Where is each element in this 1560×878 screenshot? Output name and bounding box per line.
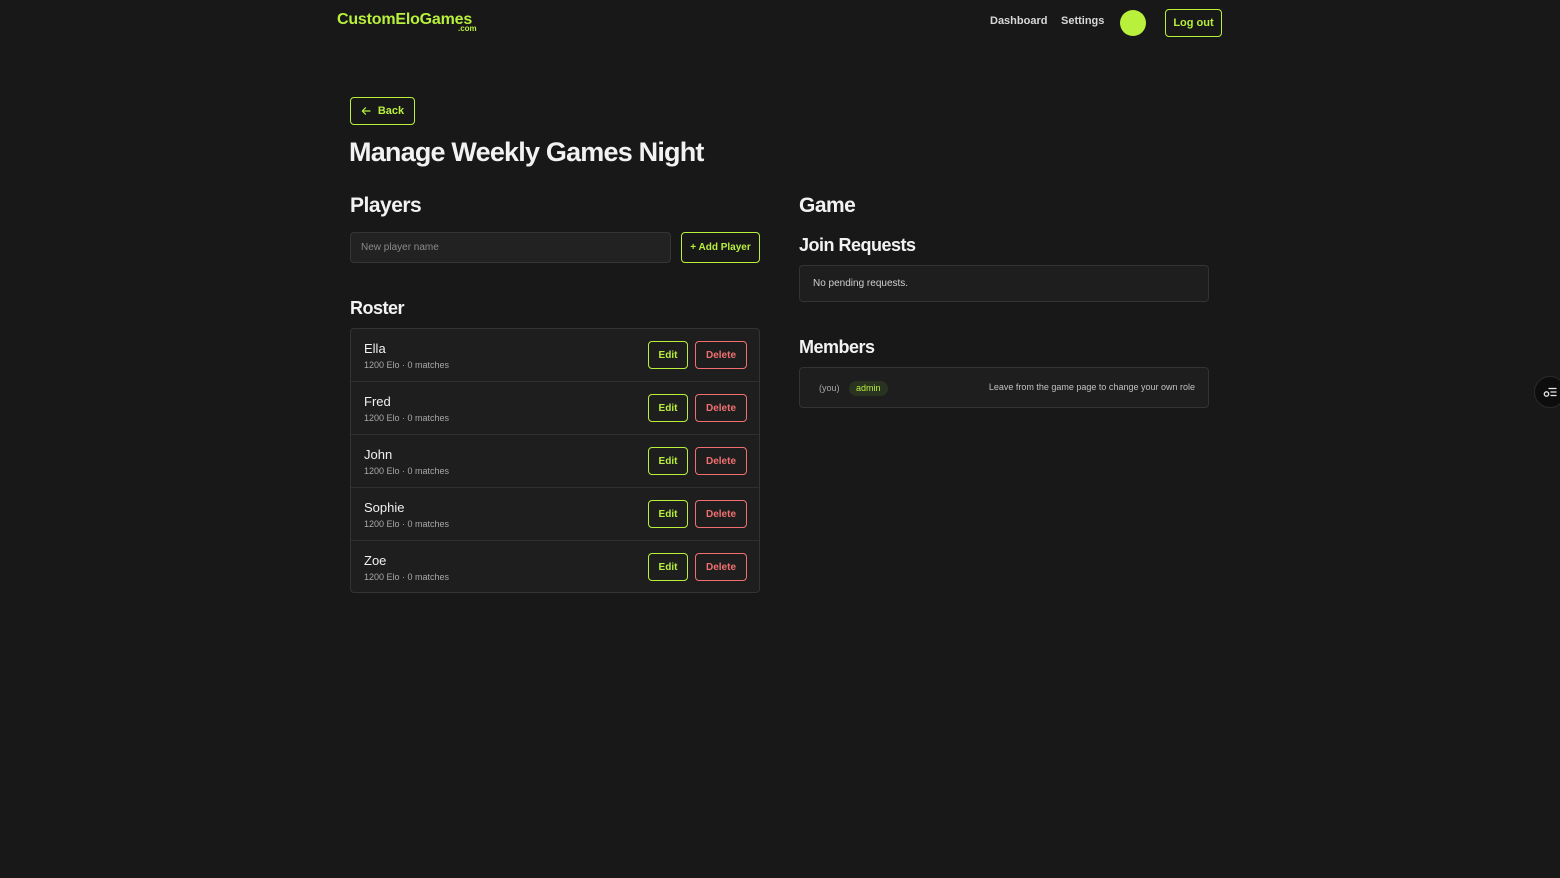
nav-settings-link[interactable]: Settings bbox=[1061, 15, 1104, 27]
new-player-name-input[interactable] bbox=[350, 232, 671, 263]
members-heading: Members bbox=[799, 337, 875, 357]
delete-player-button[interactable]: Delete bbox=[695, 553, 747, 581]
edit-player-button[interactable]: Edit bbox=[648, 447, 688, 475]
site-logo-suffix: .com bbox=[458, 24, 477, 33]
member-role-badge: admin bbox=[849, 381, 888, 396]
page-title: Manage Weekly Games Night bbox=[349, 137, 704, 167]
player-stats: 1200 Elo · 0 matches bbox=[364, 466, 450, 476]
players-heading: Players bbox=[350, 194, 422, 217]
member-you-label: (you) bbox=[819, 383, 840, 393]
roster-row: Sophie 1200 Elo · 0 matches Edit Delete bbox=[351, 488, 759, 541]
add-player-button[interactable]: + Add Player bbox=[681, 232, 760, 263]
top-header: CustomEloGames .com Dashboard Settings L… bbox=[0, 0, 1560, 46]
player-stats: 1200 Elo · 0 matches bbox=[364, 519, 450, 529]
player-name: John bbox=[364, 447, 393, 462]
nav-dashboard-link[interactable]: Dashboard bbox=[990, 15, 1047, 27]
logout-button[interactable]: Log out bbox=[1165, 9, 1222, 37]
edit-player-button[interactable]: Edit bbox=[648, 553, 688, 581]
delete-player-button[interactable]: Delete bbox=[695, 341, 747, 369]
join-requests-empty-text: No pending requests. bbox=[813, 278, 909, 289]
back-button-label: Back bbox=[377, 105, 405, 117]
roster-list: Ella 1200 Elo · 0 matches Edit Delete Fr… bbox=[350, 328, 760, 593]
game-heading: Game bbox=[799, 194, 856, 217]
join-requests-panel: No pending requests. bbox=[799, 265, 1209, 302]
roster-row: John 1200 Elo · 0 matches Edit Delete bbox=[351, 435, 759, 488]
back-button[interactable]: Back bbox=[350, 97, 415, 125]
toggle-list-icon bbox=[1543, 387, 1557, 397]
player-name: Fred bbox=[364, 394, 391, 409]
join-requests-heading: Join Requests bbox=[799, 235, 916, 255]
members-panel: (you) admin Leave from the game page to … bbox=[799, 367, 1209, 408]
player-name: Zoe bbox=[364, 553, 387, 568]
delete-player-button[interactable]: Delete bbox=[695, 394, 747, 422]
player-stats: 1200 Elo · 0 matches bbox=[364, 360, 450, 370]
roster-row: Fred 1200 Elo · 0 matches Edit Delete bbox=[351, 382, 759, 435]
edit-player-button[interactable]: Edit bbox=[648, 341, 688, 369]
delete-player-button[interactable]: Delete bbox=[695, 500, 747, 528]
delete-player-button[interactable]: Delete bbox=[695, 447, 747, 475]
player-stats: 1200 Elo · 0 matches bbox=[364, 413, 450, 423]
roster-row: Zoe 1200 Elo · 0 matches Edit Delete bbox=[351, 541, 759, 594]
player-name: Ella bbox=[364, 341, 386, 356]
edit-player-button[interactable]: Edit bbox=[648, 394, 688, 422]
site-logo[interactable]: CustomEloGames bbox=[337, 11, 472, 29]
roster-row: Ella 1200 Elo · 0 matches Edit Delete bbox=[351, 329, 759, 382]
member-role-note: Leave from the game page to change your … bbox=[988, 382, 1195, 392]
player-name: Sophie bbox=[364, 500, 405, 515]
roster-heading: Roster bbox=[350, 298, 405, 318]
arrow-left-icon bbox=[361, 107, 371, 115]
edit-player-button[interactable]: Edit bbox=[648, 500, 688, 528]
user-avatar[interactable] bbox=[1120, 10, 1146, 36]
player-stats: 1200 Elo · 0 matches bbox=[364, 572, 450, 582]
floating-toolbar-button[interactable] bbox=[1534, 376, 1560, 408]
